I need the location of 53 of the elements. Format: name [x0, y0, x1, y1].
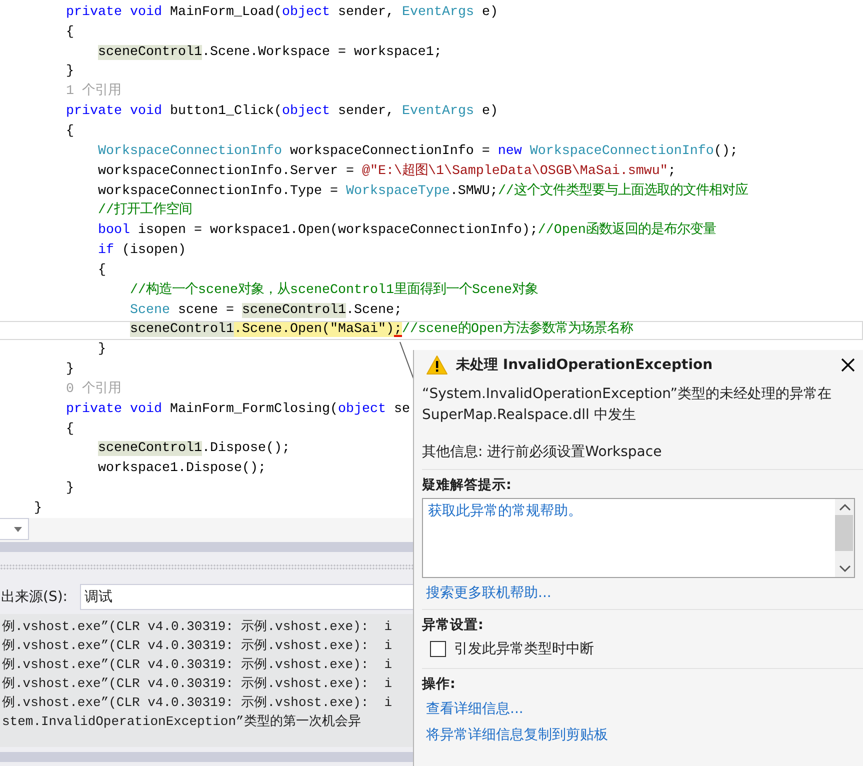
caret-icon: [14, 526, 22, 532]
output-line: 例.vshost.exe”(CLR v4.0.30319: 示例.vshost.exe): i: [2, 656, 392, 674]
code-line: 0 个引用: [66, 380, 121, 399]
section-heading: 异常设置:: [422, 616, 484, 634]
code-line: }: [66, 480, 74, 498]
code-line: {: [66, 24, 74, 42]
action-link[interactable]: 将异常详细信息复制到剪贴板: [426, 725, 608, 745]
code-line: sceneControl1.Scene.Workspace = workspace1;: [98, 44, 442, 62]
code-line: private void MainForm_Load(object sender, EventArgs e): [66, 4, 498, 22]
code-line: {: [66, 420, 74, 439]
section-heading: 操作:: [422, 675, 456, 693]
help-link[interactable]: 获取此异常的常规帮助。: [428, 501, 582, 521]
output-line: 例.vshost.exe”(CLR v4.0.30319: 示例.vshost.exe): i: [2, 618, 392, 636]
code-line: }: [34, 500, 42, 518]
code-line: Scene scene = sceneControl1.Scene;: [130, 302, 402, 320]
code-line: //构造一个scene对象，从sceneControl1里面得到一个Scene对象: [130, 282, 538, 300]
output-line: 例.vshost.exe”(CLR v4.0.30319: 示例.vshost.exe): i: [2, 675, 392, 693]
output-line: stem.InvalidOperationException”类型的第一次机会异: [2, 713, 361, 731]
close-icon[interactable]: [841, 358, 855, 372]
action-link[interactable]: 查看详细信息...: [426, 699, 524, 719]
dropdown[interactable]: [0, 518, 29, 540]
code-line: private void MainForm_FormClosing(object se: [66, 400, 410, 419]
warning-icon: [426, 355, 448, 375]
code-line: workspace1.Dispose();: [98, 460, 266, 478]
code-line: if (isopen): [98, 242, 186, 260]
code-line: sceneControl1.Scene.Open("MaSai");//scene的Open方法参数常为场景名称: [130, 321, 633, 340]
code-line: }: [66, 361, 74, 380]
code-line: private void button1_Click(object sender, EventArgs e): [66, 103, 498, 122]
code-line: {: [98, 262, 106, 280]
code-line: //打开工作空间: [98, 202, 192, 220]
code-line: bool isopen = workspace1.Open(workspaceConnectionInfo);//Open函数返回的是布尔变量: [98, 222, 716, 240]
code-line: WorkspaceConnectionInfo workspaceConnectionInfo = new WorkspaceConnectionInfo();: [98, 142, 738, 161]
code-line: sceneControl1.Dispose();: [98, 440, 290, 458]
code-line: 1 个引用: [66, 83, 121, 102]
checkbox[interactable]: [430, 641, 446, 657]
section-heading: 疑难解答提示:: [422, 476, 512, 494]
code-line: {: [66, 122, 74, 141]
code-line: workspaceConnectionInfo.Server = @"E:\超图\1\SampleData\OSGB\MaSai.smwu";: [98, 162, 676, 181]
code-line: }: [66, 63, 74, 82]
additional-info: 其他信息: 进行前必须设置Workspace: [422, 443, 663, 462]
output-line: 例.vshost.exe”(CLR v4.0.30319: 示例.vshost.exe): i: [2, 637, 392, 655]
output-line: 例.vshost.exe”(CLR v4.0.30319: 示例.vshost.exe): i: [2, 694, 392, 712]
scroll-down-icon[interactable]: [838, 565, 850, 573]
scroll-up-icon[interactable]: [838, 503, 850, 511]
leader-line: [399, 341, 415, 381]
scrollbar[interactable]: [835, 499, 854, 577]
code-line: workspaceConnectionInfo.Type = WorkspaceType.SMWU;//这个文件类型要与上面选取的文件相对应: [98, 182, 748, 201]
search-help-link[interactable]: 搜索更多联机帮助...: [426, 583, 552, 603]
output-source-label: 出来源(S):: [0, 588, 69, 606]
checkbox-label: 引发此异常类型时中断: [454, 640, 594, 658]
exception-title: 未处理 InvalidOperationException: [456, 356, 714, 374]
code-line: }: [98, 341, 106, 360]
exception-message: “System.InvalidOperationException”类型的未经处理的异常在 SuperMap.Realspace.dll 中发生: [422, 385, 832, 425]
